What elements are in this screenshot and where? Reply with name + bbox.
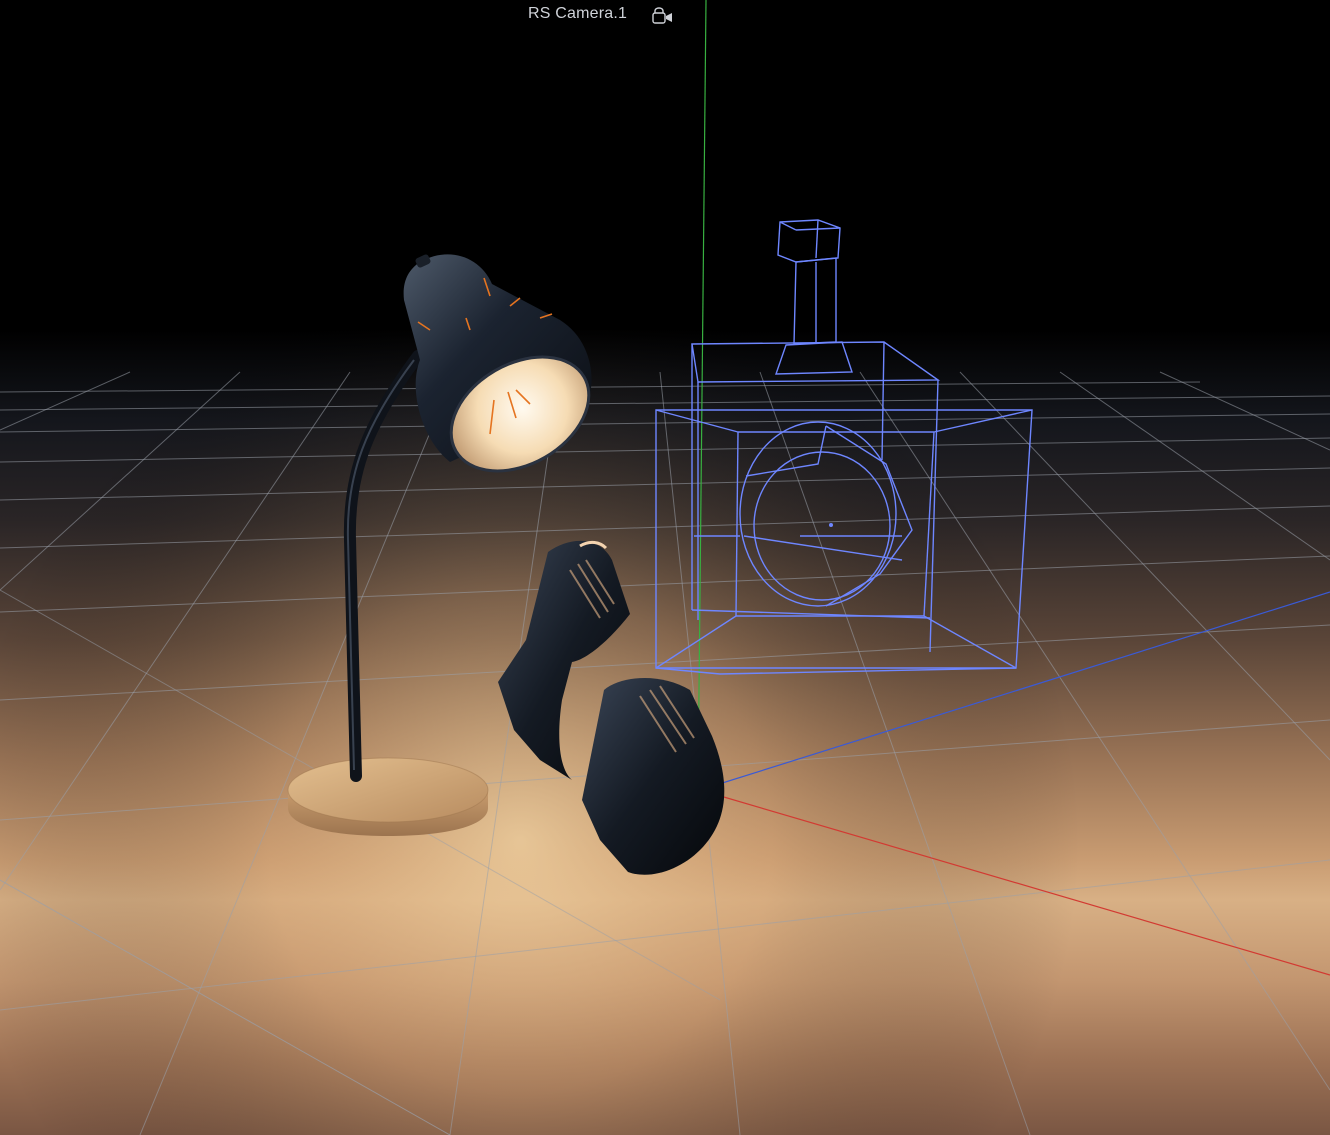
- 3d-scene[interactable]: [0, 0, 1330, 1135]
- viewport[interactable]: RS Camera.1: [0, 0, 1330, 1135]
- lamp-base[interactable]: [287, 757, 489, 836]
- camera-header: RS Camera.1: [0, 3, 1330, 25]
- camera-name-label[interactable]: RS Camera.1: [528, 5, 627, 23]
- camera-lock-icon[interactable]: [651, 7, 675, 25]
- camera-pivot-dot: [829, 523, 833, 527]
